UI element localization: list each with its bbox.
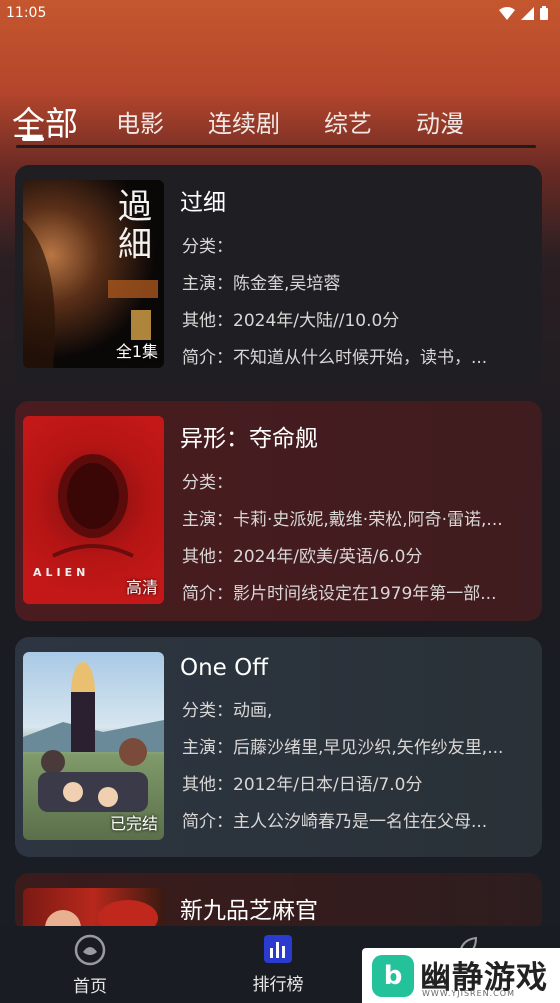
card-info: 过细 分类： 主演：陈金奎,吴培蓉 其他：2024年/大陆//10.0分 简介：… — [180, 183, 530, 377]
card-other: 其他：2024年/大陆//10.0分 — [182, 311, 400, 331]
card-cast: 主演：卡莉·史派妮,戴维·荣松,阿奇·雷诺,... — [182, 510, 503, 530]
poster: ALIEN 高清 — [23, 416, 164, 604]
poster: 過細 全1集 — [23, 180, 164, 368]
poster-badge: 已完结 — [109, 814, 158, 833]
wifi-icon — [499, 6, 515, 20]
media-card[interactable]: 新九品芝麻官 — [15, 873, 542, 933]
brand-logo-icon: b — [372, 955, 414, 997]
tab-series[interactable]: 连续剧 — [208, 104, 280, 144]
media-card[interactable]: 已完结 One Off 分类：动画, 主演：后藤沙绪里,早见沙织,矢作纱友里,.… — [15, 637, 542, 857]
tab-variety[interactable]: 综艺 — [324, 104, 372, 144]
card-title: 新九品芝麻官 — [180, 898, 318, 924]
card-title: 异形：夺命舰 — [180, 426, 318, 452]
card-other: 其他：2012年/日本/日语/7.0分 — [182, 775, 423, 795]
card-summary: 简介：影片时间线设定在1979年第一部... — [182, 584, 497, 604]
nav-ranking[interactable]: 排行榜 — [238, 934, 318, 995]
nav-ranking-label: 排行榜 — [252, 975, 304, 995]
card-cast: 主演：后藤沙绪里,早见沙织,矢作纱友里,... — [182, 738, 504, 758]
card-info: One Off 分类：动画, 主演：后藤沙绪里,早见沙织,矢作纱友里,... 其… — [180, 655, 530, 841]
poster-badge: 高清 — [125, 578, 158, 597]
tab-movie[interactable]: 电影 — [116, 104, 164, 144]
card-cast: 主演：陈金奎,吴培蓉 — [182, 274, 341, 294]
brand-url: WWW.YJISREN.COM — [422, 989, 515, 998]
signal-icon — [521, 6, 534, 20]
status-bar: 11:05 — [0, 0, 560, 26]
battery-icon — [540, 6, 548, 20]
poster-title: 過細 — [118, 187, 152, 265]
card-summary: 简介：主人公汐崎春乃是一名住在父母... — [182, 812, 488, 832]
card-title: 过细 — [180, 190, 226, 216]
card-category: 分类： — [182, 473, 233, 493]
media-list: 過細 全1集 过细 分类： 主演：陈金奎,吴培蓉 其他：2024年/大陆//10… — [15, 165, 542, 949]
status-icons — [499, 6, 548, 20]
nav-home-label: 首页 — [73, 977, 107, 997]
card-info: 异形：夺命舰 分类： 主演：卡莉·史派妮,戴维·荣松,阿奇·雷诺,... 其他：… — [180, 419, 530, 613]
card-other: 其他：2024年/欧美/英语/6.0分 — [182, 547, 423, 567]
media-card[interactable]: 過細 全1集 过细 分类： 主演：陈金奎,吴培蓉 其他：2024年/大陆//10… — [15, 165, 542, 385]
card-category: 分类： — [182, 237, 233, 257]
home-icon — [74, 934, 106, 966]
tabs-divider — [16, 145, 536, 148]
card-category: 分类：动画, — [182, 701, 273, 721]
nav-home[interactable]: 首页 — [50, 934, 130, 997]
active-tab-indicator — [22, 137, 44, 141]
ranking-icon — [264, 935, 292, 963]
status-time: 11:05 — [6, 5, 47, 21]
poster-title: ALIEN — [33, 566, 90, 579]
poster-badge: 全1集 — [115, 342, 158, 361]
card-summary: 简介：不知道从什么时候开始，读书，... — [182, 348, 488, 368]
watermark-banner: b 幽静游戏 WWW.YJISREN.COM — [362, 948, 560, 1003]
media-card[interactable]: ALIEN 高清 异形：夺命舰 分类： 主演：卡莉·史派妮,戴维·荣松,阿奇·雷… — [15, 401, 542, 621]
tab-anime[interactable]: 动漫 — [416, 104, 464, 144]
category-tabs: 全部 电影 连续剧 综艺 动漫 — [12, 88, 548, 144]
card-title: One Off — [180, 655, 269, 681]
poster: 已完结 — [23, 652, 164, 840]
